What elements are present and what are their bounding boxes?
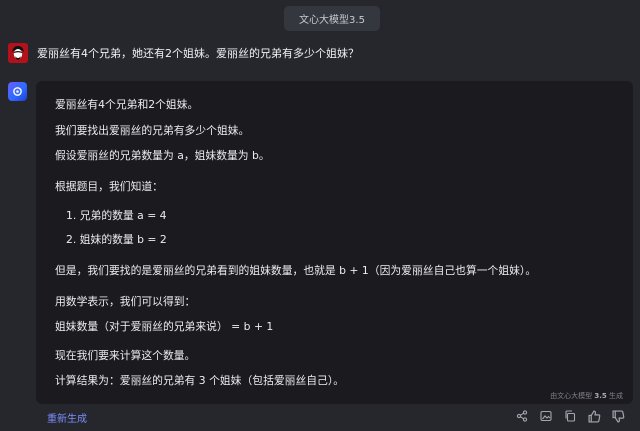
answer-line: 根据题目，我们知道： [55,180,163,193]
model-version-label: 文心大模型3.5 [299,15,365,26]
user-avatar [8,43,28,63]
answer-formula: 姐妹数量（对于爱丽丝的兄弟来说） = b + 1 [55,320,274,333]
thumbs-up-icon[interactable] [584,406,604,426]
thumbs-down-icon[interactable] [608,406,628,426]
answer-line: 但是，我们要找的是爱丽丝的兄弟看到的姐妹数量，也就是 b + 1（因为爱丽丝自己… [55,264,537,277]
answer-line: 我们要找出爱丽丝的兄弟有多少个姐妹。 [55,124,250,137]
user-question-text: 爱丽丝有4个兄弟，她还有2个姐妹。爱丽丝的兄弟有多少个姐妹？ [37,47,359,60]
footnote-prefix: 由文心大模型 [550,392,593,400]
answer-line: 假设爱丽丝的兄弟数量为 a，姐妹数量为 b。 [55,149,270,162]
action-toolbar [512,406,628,426]
answer-list-item: 1. 兄弟的数量 a = 4 [66,209,167,222]
assistant-avatar [8,82,27,101]
footnote-suffix: 生成 [609,392,623,400]
answer-line: 现在我们要来计算这个数量。 [55,349,196,362]
model-version-pill[interactable]: 文心大模型3.5 [284,6,380,31]
generated-by-footnote: 由文心大模型 3.5 生成 [550,391,623,401]
answer-line: 爱丽丝有4个兄弟和2个姐妹。 [55,98,199,111]
share-icon[interactable] [512,406,532,426]
answer-card: 爱丽丝有4个兄弟和2个姐妹。 我们要找出爱丽丝的兄弟有多少个姐妹。 假设爱丽丝的… [36,81,633,404]
user-message: 爱丽丝有4个兄弟，她还有2个姐妹。爱丽丝的兄弟有多少个姐妹？ [8,43,359,63]
regenerate-button[interactable]: 重新生成 [47,410,87,425]
image-icon[interactable] [536,406,556,426]
answer-line: 用数学表示，我们可以得到： [55,295,196,308]
footnote-version: 3.5 [594,392,607,400]
answer-conclusion: 计算结果为：爱丽丝的兄弟有 3 个姐妹（包括爱丽丝自己）。 [55,374,345,387]
answer-list-item: 2. 姐妹的数量 b = 2 [66,233,167,246]
copy-icon[interactable] [560,406,580,426]
